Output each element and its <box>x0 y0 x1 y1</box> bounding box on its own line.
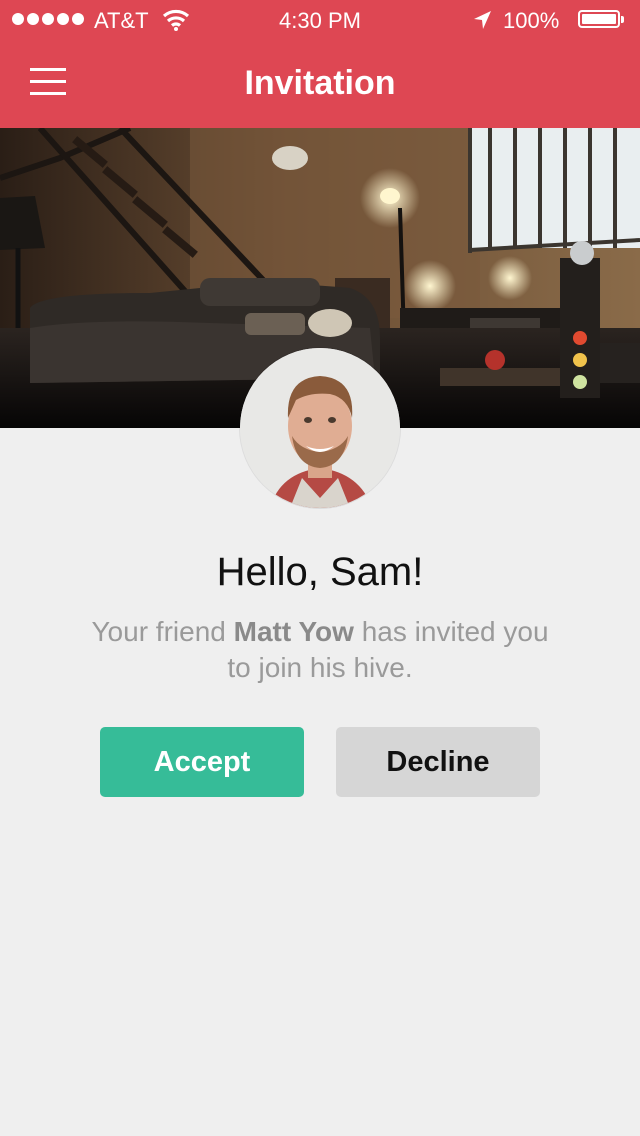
header-bar: AT&T 4:30 PM 100% Invitation <box>0 0 640 128</box>
decline-button[interactable]: Decline <box>336 727 540 797</box>
invite-message: Your friend Matt Yow has invited you to … <box>80 614 560 686</box>
page-title: Invitation <box>244 64 396 102</box>
friend-name: Matt Yow <box>233 616 354 647</box>
avatar <box>240 348 400 508</box>
battery-icon <box>578 10 624 28</box>
status-bar: AT&T 4:30 PM 100% <box>0 0 640 40</box>
location-arrow-icon <box>474 11 491 29</box>
invite-message-prefix: Your friend <box>91 616 234 647</box>
battery-percentage: 100% <box>503 8 560 33</box>
accept-button[interactable]: Accept <box>100 727 304 797</box>
greeting-heading: Hello, Sam! <box>216 550 424 594</box>
